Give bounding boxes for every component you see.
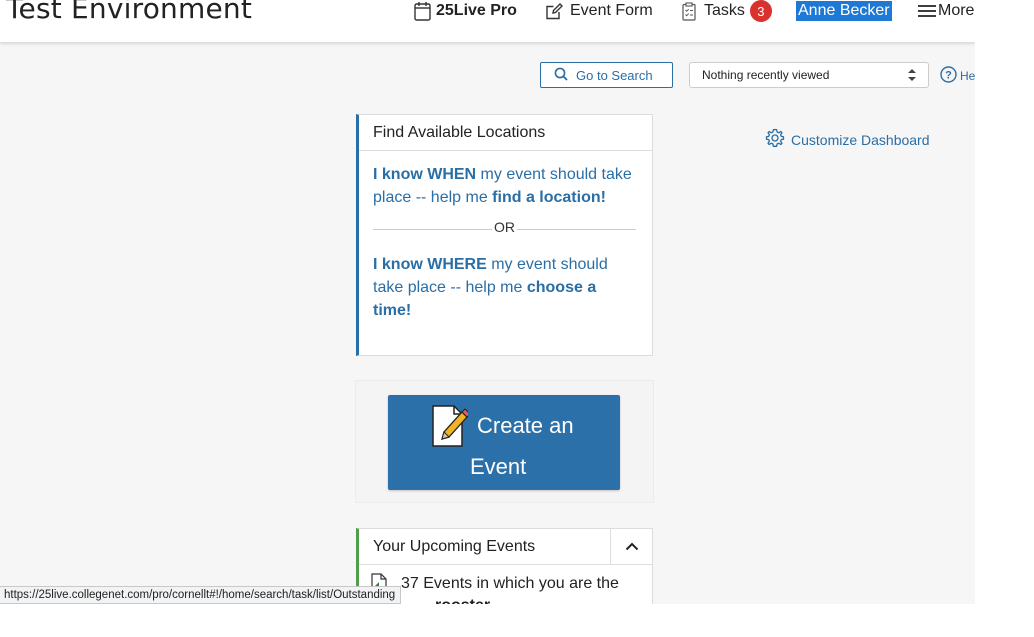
create-event-button[interactable]: Create an Event bbox=[388, 395, 620, 490]
upcoming-card-title: Your Upcoming Events bbox=[373, 538, 536, 555]
calendar-icon bbox=[414, 1, 431, 21]
create-event-label-line2: Event bbox=[470, 454, 527, 479]
top-navigation-bar: Test Environment 25Live Pro Event Form T… bbox=[0, 0, 975, 42]
customize-dashboard-link[interactable]: Customize Dashboard bbox=[765, 128, 930, 151]
tasks-count-badge: 3 bbox=[749, 0, 772, 22]
user-menu[interactable]: Anne Becker bbox=[796, 1, 892, 21]
collapse-button[interactable] bbox=[610, 529, 652, 564]
browser-status-bar: https://25live.collegenet.com/pro/cornel… bbox=[0, 586, 402, 604]
gear-icon bbox=[765, 128, 785, 151]
nav-25live-pro[interactable]: 25Live Pro bbox=[414, 0, 517, 22]
nav-25live-pro-label: 25Live Pro bbox=[436, 2, 517, 19]
go-to-search-label: Go to Search bbox=[576, 67, 653, 83]
user-name: Anne Becker bbox=[798, 2, 890, 19]
site-title: Test Environment bbox=[6, 0, 253, 25]
know-when-link[interactable]: I know WHEN my event should take place -… bbox=[373, 163, 638, 209]
or-divider: OR bbox=[373, 219, 636, 239]
more-menu[interactable]: More bbox=[918, 0, 974, 22]
status-url: https://25live.collegenet.com/pro/cornel… bbox=[4, 589, 396, 601]
or-label: OR bbox=[492, 219, 517, 235]
question-circle-icon: ? bbox=[940, 66, 957, 86]
help-link[interactable]: ? He bbox=[940, 66, 975, 86]
locations-card-title: Find Available Locations bbox=[359, 115, 652, 151]
upcoming-events-text: 37 Events in which you are the bbox=[401, 575, 619, 592]
more-label: More bbox=[938, 2, 975, 19]
pencil-document-icon bbox=[432, 405, 471, 453]
create-event-label-line1: Create an bbox=[477, 413, 574, 438]
upcoming-events-row[interactable]: 37 Events in which you are the rooster bbox=[359, 565, 652, 604]
nav-tasks-label: Tasks bbox=[704, 2, 745, 19]
know-when-bold: I know WHEN bbox=[373, 166, 477, 183]
recently-viewed-select[interactable]: Nothing recently viewed bbox=[689, 62, 929, 88]
app-viewport: Test Environment 25Live Pro Event Form T… bbox=[0, 0, 975, 604]
hamburger-icon bbox=[918, 4, 936, 18]
know-where-bold: I know WHERE bbox=[373, 256, 487, 273]
upcoming-card-header: Your Upcoming Events bbox=[359, 529, 652, 565]
clipboard-icon bbox=[682, 1, 696, 21]
edit-icon bbox=[545, 2, 564, 21]
chevron-up-icon bbox=[625, 538, 639, 556]
upcoming-events-text-2: rooster bbox=[435, 597, 490, 604]
find-location-bold: find a location! bbox=[492, 189, 606, 206]
recently-viewed-value: Nothing recently viewed bbox=[702, 68, 830, 82]
svg-text:?: ? bbox=[945, 70, 952, 82]
know-where-link[interactable]: I know WHERE my event should take place … bbox=[373, 253, 638, 322]
nav-event-form-label: Event Form bbox=[570, 2, 653, 19]
search-icon bbox=[554, 67, 576, 84]
go-to-search-button[interactable]: Go to Search bbox=[540, 62, 673, 88]
sort-arrows-icon bbox=[908, 68, 916, 85]
find-available-locations-card: Find Available Locations I know WHEN my … bbox=[356, 114, 653, 356]
create-event-card: Create an Event bbox=[355, 380, 654, 503]
nav-tasks[interactable]: Tasks 3 bbox=[682, 0, 772, 22]
help-label: He bbox=[960, 69, 975, 83]
nav-event-form[interactable]: Event Form bbox=[545, 0, 653, 22]
customize-dashboard-label: Customize Dashboard bbox=[791, 131, 930, 148]
